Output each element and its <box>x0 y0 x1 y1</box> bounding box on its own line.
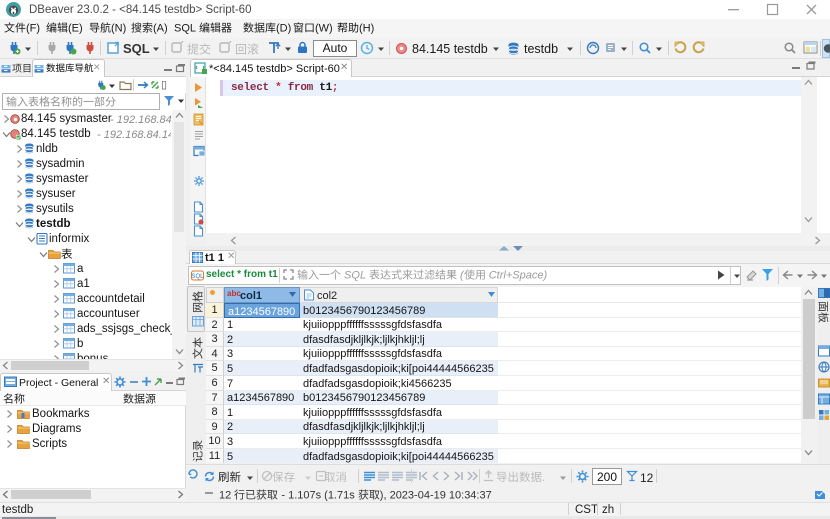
svg-text:SQL: SQL <box>191 274 204 280</box>
